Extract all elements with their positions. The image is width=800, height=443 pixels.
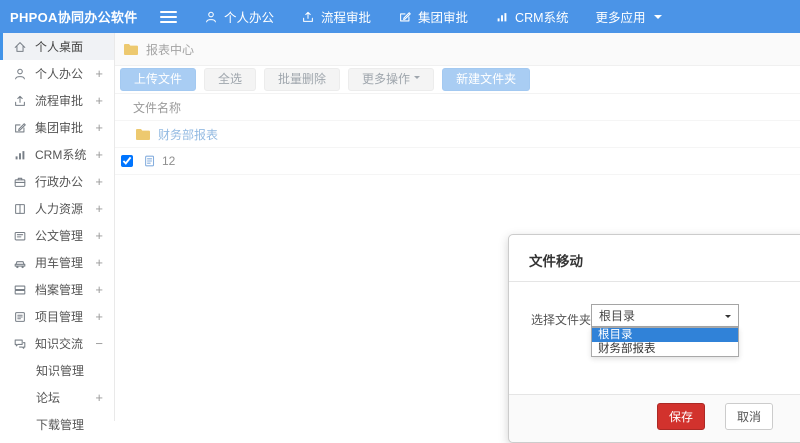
- sidebar-item-admin-office[interactable]: 行政办公 +: [0, 168, 114, 195]
- file-table: 文件名称 财务部报表 12: [115, 93, 800, 175]
- upload-file-button[interactable]: 上传文件: [120, 68, 197, 91]
- option-root-directory[interactable]: 根目录: [592, 328, 738, 342]
- expand-plus-icon[interactable]: +: [95, 390, 103, 405]
- edit-icon: [15, 122, 26, 132]
- expand-plus-icon[interactable]: +: [95, 120, 103, 135]
- folder-select-options: 根目录 财务部报表: [591, 327, 739, 357]
- sidebar-item-project-mgmt[interactable]: 项目管理 +: [0, 303, 114, 330]
- project-icon: [15, 311, 25, 322]
- expand-plus-icon[interactable]: +: [95, 228, 103, 243]
- approve-icon: [15, 95, 25, 106]
- dialog-header: 文件移动: [509, 235, 800, 282]
- dialog-body: 选择文件夹 根目录 根目录 财务部报表: [509, 282, 800, 394]
- file-name: 12: [162, 154, 176, 168]
- sidebar-item-personal-desktop[interactable]: 个人桌面: [0, 33, 114, 60]
- expand-plus-icon[interactable]: +: [95, 66, 103, 81]
- chat-icon: [14, 339, 26, 349]
- select-folder-label: 选择文件夹: [531, 313, 592, 327]
- user-icon: [206, 11, 216, 22]
- approve-icon: [303, 11, 313, 22]
- row-checkbox[interactable]: [121, 155, 133, 167]
- table-row[interactable]: 财务部报表: [115, 121, 800, 148]
- select-all-button[interactable]: 全选: [204, 68, 257, 91]
- nav-item-workflow-approval[interactable]: 流程审批: [301, 7, 371, 26]
- file-icon: [145, 155, 155, 167]
- app-logo: PHPOA协同办公软件: [10, 10, 138, 25]
- sidebar-item-knowledge-mgmt[interactable]: 知识管理: [0, 357, 114, 384]
- toolbar: 上传文件 全选 批量删除 更多操作 新建文件夹: [115, 66, 800, 93]
- expand-plus-icon[interactable]: +: [95, 93, 103, 108]
- sidebar-item-forum[interactable]: 论坛 +: [0, 384, 114, 411]
- sidebar-item-personal-office[interactable]: 个人办公 +: [0, 60, 114, 87]
- menu-icon[interactable]: [160, 10, 177, 23]
- dialog-title: 文件移动: [529, 254, 583, 269]
- sidebar-item-download-mgmt[interactable]: 下载管理: [0, 411, 114, 438]
- selected-folder-value: 根目录: [599, 309, 636, 323]
- expand-plus-icon[interactable]: +: [95, 147, 103, 162]
- nav-item-label: 更多应用: [595, 11, 646, 25]
- sidebar-item-document-mgmt[interactable]: 公文管理 +: [0, 222, 114, 249]
- sidebar-item-crm[interactable]: CRM系统 +: [0, 141, 114, 168]
- table-row[interactable]: 12: [115, 148, 800, 175]
- briefcase-icon: [14, 177, 26, 187]
- sidebar-item-hr[interactable]: 人力资源 +: [0, 195, 114, 222]
- nav-item-label: 集团审批: [418, 11, 469, 25]
- batch-delete-button[interactable]: 批量删除: [264, 68, 341, 91]
- nav-item-group-approval[interactable]: 集团审批: [398, 7, 468, 26]
- sidebar-item-group-approval[interactable]: 集团审批 +: [0, 114, 114, 141]
- folder-icon: [136, 128, 150, 140]
- expand-plus-icon[interactable]: +: [95, 282, 103, 297]
- expand-plus-icon[interactable]: +: [95, 255, 103, 270]
- nav-item-personal-office[interactable]: 个人办公: [204, 7, 274, 26]
- top-navbar: PHPOA协同办公软件 个人办公 流程审批 集团审批 CRM系统 更多应用: [0, 0, 800, 33]
- folder-select[interactable]: 根目录: [591, 304, 739, 327]
- doc-icon: [14, 231, 26, 240]
- chart-icon: [497, 12, 507, 21]
- nav-item-more-apps[interactable]: 更多应用: [596, 7, 662, 26]
- file-move-dialog: 文件移动 选择文件夹 根目录 根目录 财务部报表 保存 取消: [508, 234, 800, 443]
- sidebar-item-knowledge-exchange[interactable]: 知识交流 −: [0, 330, 114, 357]
- car-icon: [14, 260, 26, 268]
- chevron-down-icon: [725, 315, 731, 321]
- column-header-file-name: 文件名称: [133, 100, 182, 115]
- nav-item-label: 流程审批: [321, 11, 372, 25]
- breadcrumb: 报表中心: [115, 33, 800, 66]
- expand-plus-icon[interactable]: +: [95, 174, 103, 189]
- dialog-footer: 保存 取消: [509, 394, 800, 442]
- new-folder-button[interactable]: 新建文件夹: [442, 68, 531, 91]
- table-header-row: 文件名称: [115, 94, 800, 121]
- sidebar: 个人桌面 个人办公 + 流程审批 + 集团审批 + CRM系统 + 行政办公 +…: [0, 33, 115, 432]
- option-finance-reports[interactable]: 财务部报表: [592, 342, 738, 356]
- expand-plus-icon[interactable]: +: [95, 201, 103, 216]
- nav-item-label: CRM系统: [515, 11, 569, 25]
- archive-icon: [14, 285, 26, 294]
- more-actions-button[interactable]: 更多操作: [348, 68, 435, 91]
- sidebar-item-vehicle-mgmt[interactable]: 用车管理 +: [0, 249, 114, 276]
- user-icon: [15, 68, 25, 79]
- sidebar-item-workflow-approval[interactable]: 流程审批 +: [0, 87, 114, 114]
- folder-name-link[interactable]: 财务部报表: [158, 126, 218, 143]
- sidebar-item-archive-mgmt[interactable]: 档案管理 +: [0, 276, 114, 303]
- edit-icon: [400, 11, 411, 21]
- chevron-down-icon: [414, 76, 421, 82]
- folder-icon: [124, 43, 138, 55]
- cancel-button[interactable]: 取消: [725, 403, 774, 430]
- save-button[interactable]: 保存: [657, 403, 706, 430]
- breadcrumb-label: 报表中心: [146, 42, 195, 57]
- book-icon: [15, 203, 25, 214]
- chevron-down-icon: [653, 14, 662, 23]
- nav-item-label: 个人办公: [224, 11, 275, 25]
- nav-item-crm[interactable]: CRM系统: [495, 7, 569, 26]
- collapse-minus-icon[interactable]: −: [95, 336, 103, 351]
- expand-plus-icon[interactable]: +: [95, 309, 103, 324]
- chart-icon: [15, 150, 25, 159]
- home-icon: [14, 41, 26, 52]
